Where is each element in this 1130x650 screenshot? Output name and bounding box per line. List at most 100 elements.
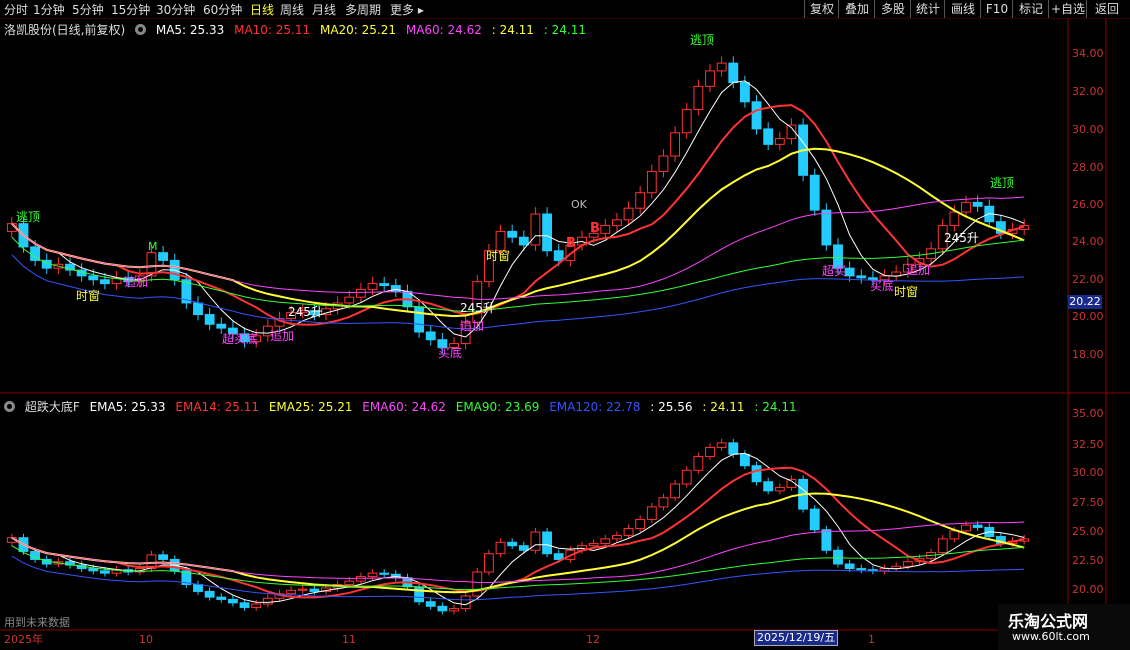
sub-candle — [460, 595, 471, 610]
main-candle — [414, 306, 425, 333]
main-candle — [949, 211, 960, 227]
main-candle — [600, 225, 611, 234]
sub-candle — [658, 497, 669, 508]
sub-candle — [774, 486, 785, 492]
signal-label: 超买底 — [222, 331, 258, 346]
y-tick-label: 30.00 — [1072, 466, 1104, 479]
sub-y-axis: 35.00 32.50 30.00 27.50 25.00 22.50 20.0… — [1072, 407, 1104, 596]
sub-candle — [693, 456, 704, 471]
sub-candle — [437, 605, 448, 612]
sub-candle — [611, 534, 622, 540]
y-tick-label: 28.00 — [1072, 161, 1104, 174]
sub-candle — [588, 542, 599, 547]
signal-label: 追加 — [460, 318, 484, 333]
main-candle — [611, 219, 622, 227]
kline-chart[interactable]: 34.00 32.00 30.00 28.00 26.00 24.00 22.0… — [0, 0, 1130, 650]
sub-candle — [809, 508, 820, 531]
sub-candle — [227, 598, 238, 604]
sub-candle — [518, 545, 529, 551]
y-tick-label: 27.50 — [1072, 496, 1104, 509]
sub-candle — [949, 530, 960, 540]
main-candle — [728, 62, 739, 83]
sub-candle — [262, 597, 273, 605]
main-candle — [344, 296, 355, 304]
main-candle — [425, 331, 436, 341]
signal-label: 逃顶 — [990, 176, 1014, 190]
main-candle — [716, 62, 727, 72]
y-tick-label: 30.00 — [1072, 123, 1104, 136]
main-ma90-line — [11, 236, 1025, 312]
signal-label: 追加 — [906, 262, 930, 277]
signal-label: 245升 — [460, 301, 495, 315]
main-candle — [99, 279, 110, 285]
x-tick-label: 1 — [868, 633, 875, 646]
signal-label: 时窗 — [894, 285, 918, 299]
main-candle — [158, 252, 169, 261]
crosshair-date-tag: 2025/12/19/五 — [754, 630, 839, 646]
sub-candle — [483, 553, 494, 573]
sub-candle — [251, 603, 262, 608]
signal-label: M — [148, 240, 158, 253]
sub-candle — [193, 584, 203, 592]
sub-candle — [751, 465, 762, 483]
signal-label: 买底 — [870, 278, 894, 293]
y-tick-label: 20.00 — [1072, 583, 1104, 596]
sub-ma20-line — [11, 492, 1025, 594]
main-candle — [774, 138, 785, 145]
main-candle — [542, 213, 553, 252]
main-candle — [739, 81, 750, 103]
main-candle — [623, 207, 634, 221]
sub-candle — [449, 608, 459, 612]
sub-candle — [646, 506, 657, 520]
sub-candle — [902, 561, 913, 567]
y-tick-label: 32.50 — [1072, 438, 1104, 451]
signal-label: 逃顶 — [16, 210, 40, 224]
sub-candle — [239, 602, 250, 608]
y-tick-label: 25.00 — [1072, 525, 1104, 538]
main-candle — [367, 283, 378, 290]
sub-candle — [355, 576, 366, 582]
sub-candle — [99, 570, 110, 574]
x-tick-label: 2025年 — [4, 632, 43, 646]
signal-label: 买底 — [438, 345, 462, 360]
main-candle — [379, 283, 390, 287]
signal-label: 245升 — [288, 305, 323, 319]
y-tick-label: 22.00 — [1072, 273, 1104, 286]
sub-plot[interactable] — [6, 438, 1030, 615]
main-candle — [216, 323, 227, 329]
sub-candle — [553, 553, 564, 560]
main-candle — [88, 275, 99, 281]
main-candle — [751, 101, 762, 130]
sub-candle — [286, 589, 297, 595]
sub-candle — [635, 518, 646, 530]
y-tick-label: 34.00 — [1072, 47, 1104, 60]
sub-candle — [600, 538, 611, 544]
sub-candle — [344, 580, 355, 586]
sub-candle — [204, 590, 215, 598]
x-tick-label: 12 — [586, 633, 600, 646]
main-candle — [972, 201, 983, 207]
y-tick-label: 35.00 — [1072, 407, 1104, 420]
x-tick-label: 10 — [139, 633, 153, 646]
signal-label: OK — [571, 198, 588, 211]
signal-label: 逃顶 — [690, 33, 714, 47]
main-candle — [530, 213, 541, 246]
main-candle — [553, 250, 564, 261]
sub-ma10-line — [11, 466, 1025, 599]
y-tick-label: 18.00 — [1072, 348, 1104, 361]
main-candle — [856, 275, 867, 279]
sub-candle — [821, 529, 832, 551]
watermark-title: 乐淘公式网 — [1008, 612, 1089, 631]
main-plot[interactable] — [6, 56, 1030, 354]
signal-label: 时窗 — [486, 249, 510, 263]
main-candle — [518, 236, 529, 246]
current-price-tag: 20.22 — [1068, 295, 1102, 309]
sub-candle — [833, 549, 843, 565]
future-data-note: 用到未来数据 — [4, 615, 70, 629]
sub-candle — [937, 538, 948, 554]
signal-label: 追加 — [124, 274, 148, 289]
sub-candle — [716, 442, 727, 448]
sub-candle — [495, 541, 506, 555]
signal-label: B — [590, 221, 600, 236]
sub-candle — [972, 524, 983, 528]
